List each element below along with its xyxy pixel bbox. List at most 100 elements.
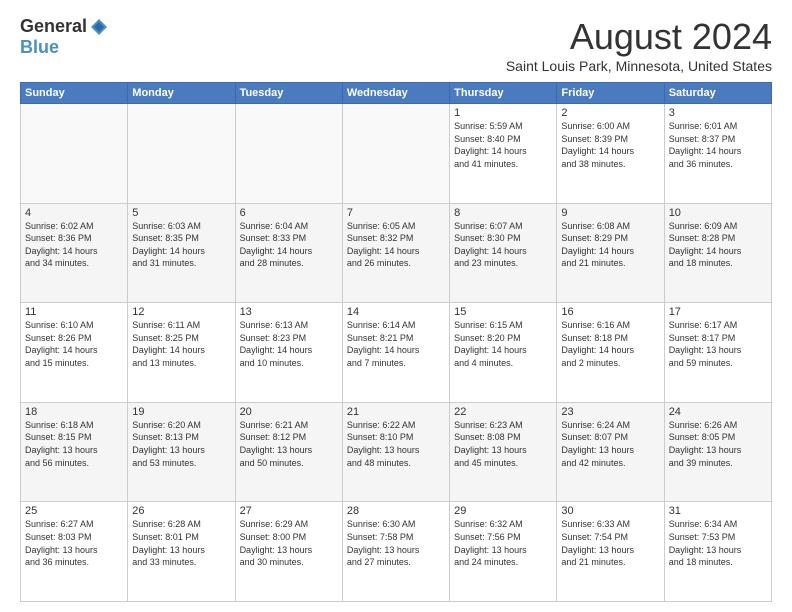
calendar-cell: 18Sunrise: 6:18 AM Sunset: 8:15 PM Dayli…: [21, 402, 128, 502]
calendar-cell: 17Sunrise: 6:17 AM Sunset: 8:17 PM Dayli…: [664, 303, 771, 403]
day-number: 19: [132, 406, 230, 418]
calendar-table: SundayMondayTuesdayWednesdayThursdayFrid…: [20, 82, 772, 602]
day-number: 6: [240, 207, 338, 219]
day-number: 8: [454, 207, 552, 219]
day-number: 29: [454, 505, 552, 517]
calendar-cell: 10Sunrise: 6:09 AM Sunset: 8:28 PM Dayli…: [664, 203, 771, 303]
calendar-cell: [235, 104, 342, 204]
calendar-cell: 22Sunrise: 6:23 AM Sunset: 8:08 PM Dayli…: [450, 402, 557, 502]
day-info: Sunrise: 6:04 AM Sunset: 8:33 PM Dayligh…: [240, 220, 338, 270]
day-info: Sunrise: 6:32 AM Sunset: 7:56 PM Dayligh…: [454, 518, 552, 568]
day-info: Sunrise: 6:18 AM Sunset: 8:15 PM Dayligh…: [25, 419, 123, 469]
calendar-cell: 1Sunrise: 5:59 AM Sunset: 8:40 PM Daylig…: [450, 104, 557, 204]
calendar-header-row: SundayMondayTuesdayWednesdayThursdayFrid…: [21, 83, 772, 104]
calendar-cell: 5Sunrise: 6:03 AM Sunset: 8:35 PM Daylig…: [128, 203, 235, 303]
day-number: 24: [669, 406, 767, 418]
calendar-cell: 15Sunrise: 6:15 AM Sunset: 8:20 PM Dayli…: [450, 303, 557, 403]
day-info: Sunrise: 5:59 AM Sunset: 8:40 PM Dayligh…: [454, 120, 552, 170]
day-info: Sunrise: 6:34 AM Sunset: 7:53 PM Dayligh…: [669, 518, 767, 568]
calendar-cell: 4Sunrise: 6:02 AM Sunset: 8:36 PM Daylig…: [21, 203, 128, 303]
calendar-cell: 20Sunrise: 6:21 AM Sunset: 8:12 PM Dayli…: [235, 402, 342, 502]
day-number: 31: [669, 505, 767, 517]
calendar-cell: [128, 104, 235, 204]
location-title: Saint Louis Park, Minnesota, United Stat…: [506, 58, 772, 74]
day-info: Sunrise: 6:33 AM Sunset: 7:54 PM Dayligh…: [561, 518, 659, 568]
day-number: 11: [25, 306, 123, 318]
logo-blue: Blue: [20, 37, 59, 58]
day-number: 2: [561, 107, 659, 119]
page: General Blue August 2024 Saint Louis Par…: [0, 0, 792, 612]
calendar-header-sunday: Sunday: [21, 83, 128, 104]
day-info: Sunrise: 6:28 AM Sunset: 8:01 PM Dayligh…: [132, 518, 230, 568]
day-number: 20: [240, 406, 338, 418]
calendar-cell: 6Sunrise: 6:04 AM Sunset: 8:33 PM Daylig…: [235, 203, 342, 303]
calendar-cell: 21Sunrise: 6:22 AM Sunset: 8:10 PM Dayli…: [342, 402, 449, 502]
calendar-cell: 13Sunrise: 6:13 AM Sunset: 8:23 PM Dayli…: [235, 303, 342, 403]
header: General Blue August 2024 Saint Louis Par…: [20, 16, 772, 74]
calendar-cell: 30Sunrise: 6:33 AM Sunset: 7:54 PM Dayli…: [557, 502, 664, 602]
calendar-cell: 3Sunrise: 6:01 AM Sunset: 8:37 PM Daylig…: [664, 104, 771, 204]
day-info: Sunrise: 6:21 AM Sunset: 8:12 PM Dayligh…: [240, 419, 338, 469]
day-info: Sunrise: 6:03 AM Sunset: 8:35 PM Dayligh…: [132, 220, 230, 270]
day-info: Sunrise: 6:22 AM Sunset: 8:10 PM Dayligh…: [347, 419, 445, 469]
calendar-cell: 19Sunrise: 6:20 AM Sunset: 8:13 PM Dayli…: [128, 402, 235, 502]
day-number: 25: [25, 505, 123, 517]
calendar-row-1: 4Sunrise: 6:02 AM Sunset: 8:36 PM Daylig…: [21, 203, 772, 303]
calendar-header-friday: Friday: [557, 83, 664, 104]
day-info: Sunrise: 6:02 AM Sunset: 8:36 PM Dayligh…: [25, 220, 123, 270]
calendar-cell: 2Sunrise: 6:00 AM Sunset: 8:39 PM Daylig…: [557, 104, 664, 204]
month-title: August 2024: [506, 16, 772, 58]
day-number: 23: [561, 406, 659, 418]
logo: General Blue: [20, 16, 109, 58]
day-info: Sunrise: 6:05 AM Sunset: 8:32 PM Dayligh…: [347, 220, 445, 270]
day-info: Sunrise: 6:10 AM Sunset: 8:26 PM Dayligh…: [25, 319, 123, 369]
day-info: Sunrise: 6:01 AM Sunset: 8:37 PM Dayligh…: [669, 120, 767, 170]
day-info: Sunrise: 6:14 AM Sunset: 8:21 PM Dayligh…: [347, 319, 445, 369]
day-number: 9: [561, 207, 659, 219]
calendar-cell: 12Sunrise: 6:11 AM Sunset: 8:25 PM Dayli…: [128, 303, 235, 403]
calendar-cell: 23Sunrise: 6:24 AM Sunset: 8:07 PM Dayli…: [557, 402, 664, 502]
calendar-cell: 11Sunrise: 6:10 AM Sunset: 8:26 PM Dayli…: [21, 303, 128, 403]
day-info: Sunrise: 6:16 AM Sunset: 8:18 PM Dayligh…: [561, 319, 659, 369]
calendar-cell: 9Sunrise: 6:08 AM Sunset: 8:29 PM Daylig…: [557, 203, 664, 303]
calendar-cell: [21, 104, 128, 204]
day-number: 18: [25, 406, 123, 418]
calendar-cell: 29Sunrise: 6:32 AM Sunset: 7:56 PM Dayli…: [450, 502, 557, 602]
day-number: 10: [669, 207, 767, 219]
day-number: 13: [240, 306, 338, 318]
logo-general: General: [20, 16, 87, 37]
calendar-cell: 14Sunrise: 6:14 AM Sunset: 8:21 PM Dayli…: [342, 303, 449, 403]
calendar-cell: 8Sunrise: 6:07 AM Sunset: 8:30 PM Daylig…: [450, 203, 557, 303]
calendar-header-monday: Monday: [128, 83, 235, 104]
calendar-header-wednesday: Wednesday: [342, 83, 449, 104]
day-info: Sunrise: 6:27 AM Sunset: 8:03 PM Dayligh…: [25, 518, 123, 568]
day-info: Sunrise: 6:24 AM Sunset: 8:07 PM Dayligh…: [561, 419, 659, 469]
calendar-cell: 24Sunrise: 6:26 AM Sunset: 8:05 PM Dayli…: [664, 402, 771, 502]
day-number: 1: [454, 107, 552, 119]
day-info: Sunrise: 6:23 AM Sunset: 8:08 PM Dayligh…: [454, 419, 552, 469]
day-info: Sunrise: 6:29 AM Sunset: 8:00 PM Dayligh…: [240, 518, 338, 568]
day-number: 17: [669, 306, 767, 318]
day-number: 16: [561, 306, 659, 318]
day-number: 12: [132, 306, 230, 318]
day-info: Sunrise: 6:17 AM Sunset: 8:17 PM Dayligh…: [669, 319, 767, 369]
day-number: 3: [669, 107, 767, 119]
day-info: Sunrise: 6:26 AM Sunset: 8:05 PM Dayligh…: [669, 419, 767, 469]
calendar-header-saturday: Saturday: [664, 83, 771, 104]
calendar-cell: 26Sunrise: 6:28 AM Sunset: 8:01 PM Dayli…: [128, 502, 235, 602]
calendar-cell: 28Sunrise: 6:30 AM Sunset: 7:58 PM Dayli…: [342, 502, 449, 602]
day-info: Sunrise: 6:13 AM Sunset: 8:23 PM Dayligh…: [240, 319, 338, 369]
calendar-row-2: 11Sunrise: 6:10 AM Sunset: 8:26 PM Dayli…: [21, 303, 772, 403]
calendar-row-3: 18Sunrise: 6:18 AM Sunset: 8:15 PM Dayli…: [21, 402, 772, 502]
calendar-cell: 25Sunrise: 6:27 AM Sunset: 8:03 PM Dayli…: [21, 502, 128, 602]
calendar-cell: 16Sunrise: 6:16 AM Sunset: 8:18 PM Dayli…: [557, 303, 664, 403]
day-info: Sunrise: 6:15 AM Sunset: 8:20 PM Dayligh…: [454, 319, 552, 369]
calendar-cell: 7Sunrise: 6:05 AM Sunset: 8:32 PM Daylig…: [342, 203, 449, 303]
day-number: 21: [347, 406, 445, 418]
day-info: Sunrise: 6:20 AM Sunset: 8:13 PM Dayligh…: [132, 419, 230, 469]
day-number: 28: [347, 505, 445, 517]
day-number: 15: [454, 306, 552, 318]
calendar-cell: 31Sunrise: 6:34 AM Sunset: 7:53 PM Dayli…: [664, 502, 771, 602]
title-area: August 2024 Saint Louis Park, Minnesota,…: [506, 16, 772, 74]
calendar-cell: [342, 104, 449, 204]
